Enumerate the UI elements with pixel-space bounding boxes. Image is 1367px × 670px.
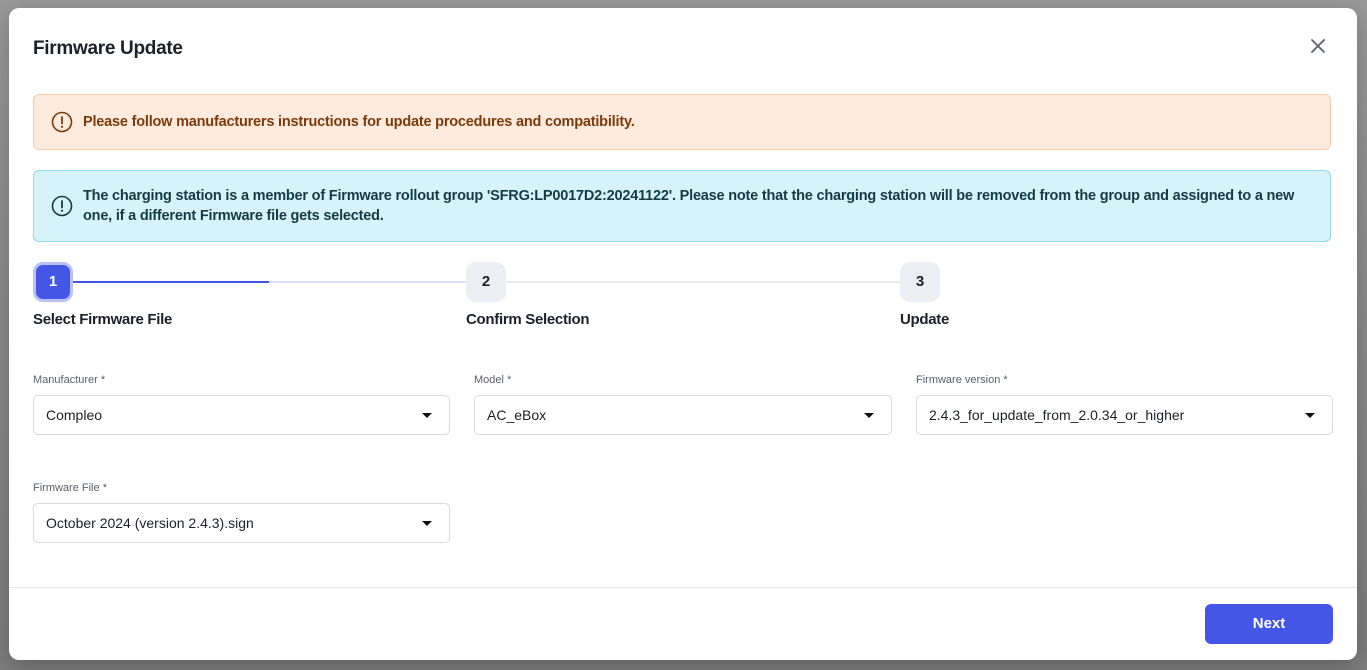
warning-alert-text: Please follow manufacturers instructions… [83,114,635,130]
manufacturer-label: Manufacturer * [33,374,105,386]
manufacturer-value: Compleo [46,407,103,423]
step-2-indicator: 2 [466,262,506,302]
firmware-version-value: 2.4.3_for_update_from_2.0.34_or_higher [929,407,1185,423]
caret-down-icon [864,413,874,418]
info-alert: The charging station is a member of Firm… [33,170,1331,242]
caret-down-icon [422,521,432,526]
warning-alert: Please follow manufacturers instructions… [33,94,1331,150]
model-label-text: Model [474,374,504,386]
dialog-title: Firmware Update [33,38,183,59]
model-value: AC_eBox [487,407,547,423]
required-mark: * [102,482,107,494]
exclamation-circle-icon [51,111,73,133]
stepper-progress-line [69,281,269,283]
firmware-update-dialog: Firmware Update Please follow manufactur… [9,8,1357,660]
step-1-label: Select Firmware File [33,311,173,328]
firmware-version-label: Firmware version * [916,374,1008,386]
info-alert-text: The charging station is a member of Firm… [83,188,1295,224]
exclamation-circle-icon [51,195,73,217]
close-icon [1311,39,1325,53]
stepper-connector-2 [505,281,901,283]
caret-down-icon [422,413,432,418]
footer-divider [9,587,1357,588]
step-1-indicator: 1 [33,262,73,302]
required-mark: * [100,374,106,386]
caret-down-icon [1305,413,1315,418]
step-3-indicator: 3 [900,262,940,302]
next-button[interactable]: Next [1205,604,1333,644]
required-mark: * [507,374,512,386]
firmware-version-label-text: Firmware version [916,374,1001,386]
firmware-file-label-text: Firmware File [33,482,100,494]
required-mark: * [1003,374,1008,386]
firmware-file-label: Firmware File * [33,482,107,494]
firmware-file-select[interactable]: October 2024 (version 2.4.3).sign [33,503,450,543]
close-button[interactable] [1307,35,1329,57]
firmware-file-value: October 2024 (version 2.4.3).sign [46,515,254,531]
model-label: Model * [474,374,511,386]
model-select[interactable]: AC_eBox [474,395,892,435]
firmware-version-select[interactable]: 2.4.3_for_update_from_2.0.34_or_higher [916,395,1333,435]
step-2-label: Confirm Selection [466,311,590,328]
manufacturer-select[interactable]: Compleo [33,395,450,435]
step-3-label: Update [900,311,950,328]
manufacturer-label-text: Manufacturer [33,374,98,386]
stepper-connector-1 [269,281,467,283]
